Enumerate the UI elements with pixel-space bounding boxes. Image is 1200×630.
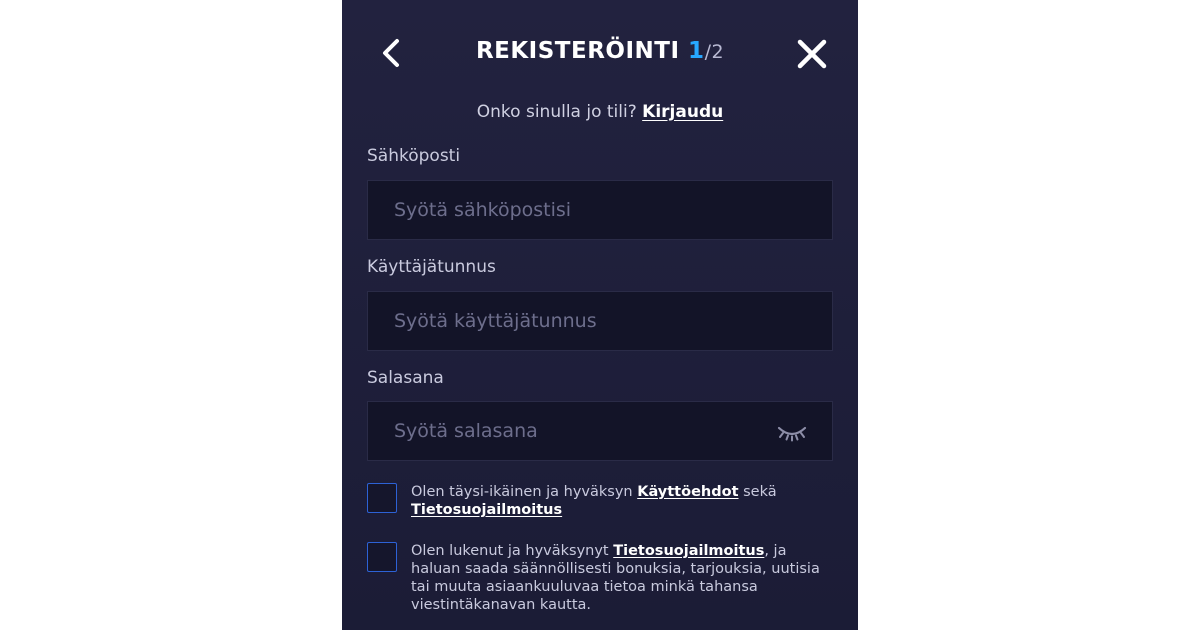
marketing-text-before: Olen lukenut ja hyväksynyt (411, 543, 614, 559)
terms-consent-text: Olen täysi-ikäinen ja hyväksyn Käyttöehd… (411, 483, 836, 519)
page-title: REKISTERÖINTI 1/2 (342, 38, 858, 64)
marketing-consent-text: Olen lukenut ja hyväksynyt Tietosuojailm… (411, 542, 836, 614)
privacy-notice-link[interactable]: Tietosuojailmoitus (411, 502, 562, 518)
username-field-container (367, 291, 833, 351)
title-text: REKISTERÖINTI (475, 38, 680, 64)
password-field[interactable] (368, 402, 832, 460)
close-button[interactable] (796, 38, 828, 70)
registration-modal: REKISTERÖINTI 1/2 Onko sinulla jo tili? … (342, 0, 858, 630)
login-prompt-text: Onko sinulla jo tili? (476, 102, 637, 122)
password-visibility-toggle[interactable] (776, 422, 808, 442)
marketing-checkbox[interactable] (367, 542, 397, 572)
password-label: Salasana (367, 368, 444, 388)
close-icon (797, 39, 827, 69)
terms-of-use-link[interactable]: Käyttöehdot (637, 484, 738, 500)
email-field[interactable] (368, 181, 832, 239)
modal-header: REKISTERÖINTI 1/2 (342, 0, 858, 104)
username-label: Käyttäjätunnus (367, 257, 496, 277)
terms-text-middle: sekä (738, 484, 777, 500)
login-link[interactable]: Kirjaudu (642, 102, 723, 122)
eye-closed-icon (777, 426, 807, 442)
login-prompt: Onko sinulla jo tili? Kirjaudu (342, 102, 858, 122)
step-total: /2 (704, 41, 725, 63)
email-label: Sähköposti (367, 146, 461, 166)
email-field-container (367, 180, 833, 240)
step-current: 1 (688, 38, 705, 64)
username-field[interactable] (368, 292, 832, 350)
terms-text-before: Olen täysi-ikäinen ja hyväksyn (411, 484, 638, 500)
terms-checkbox[interactable] (367, 483, 397, 513)
marketing-privacy-notice-link[interactable]: Tietosuojailmoitus (613, 543, 764, 559)
password-field-container (367, 401, 833, 461)
